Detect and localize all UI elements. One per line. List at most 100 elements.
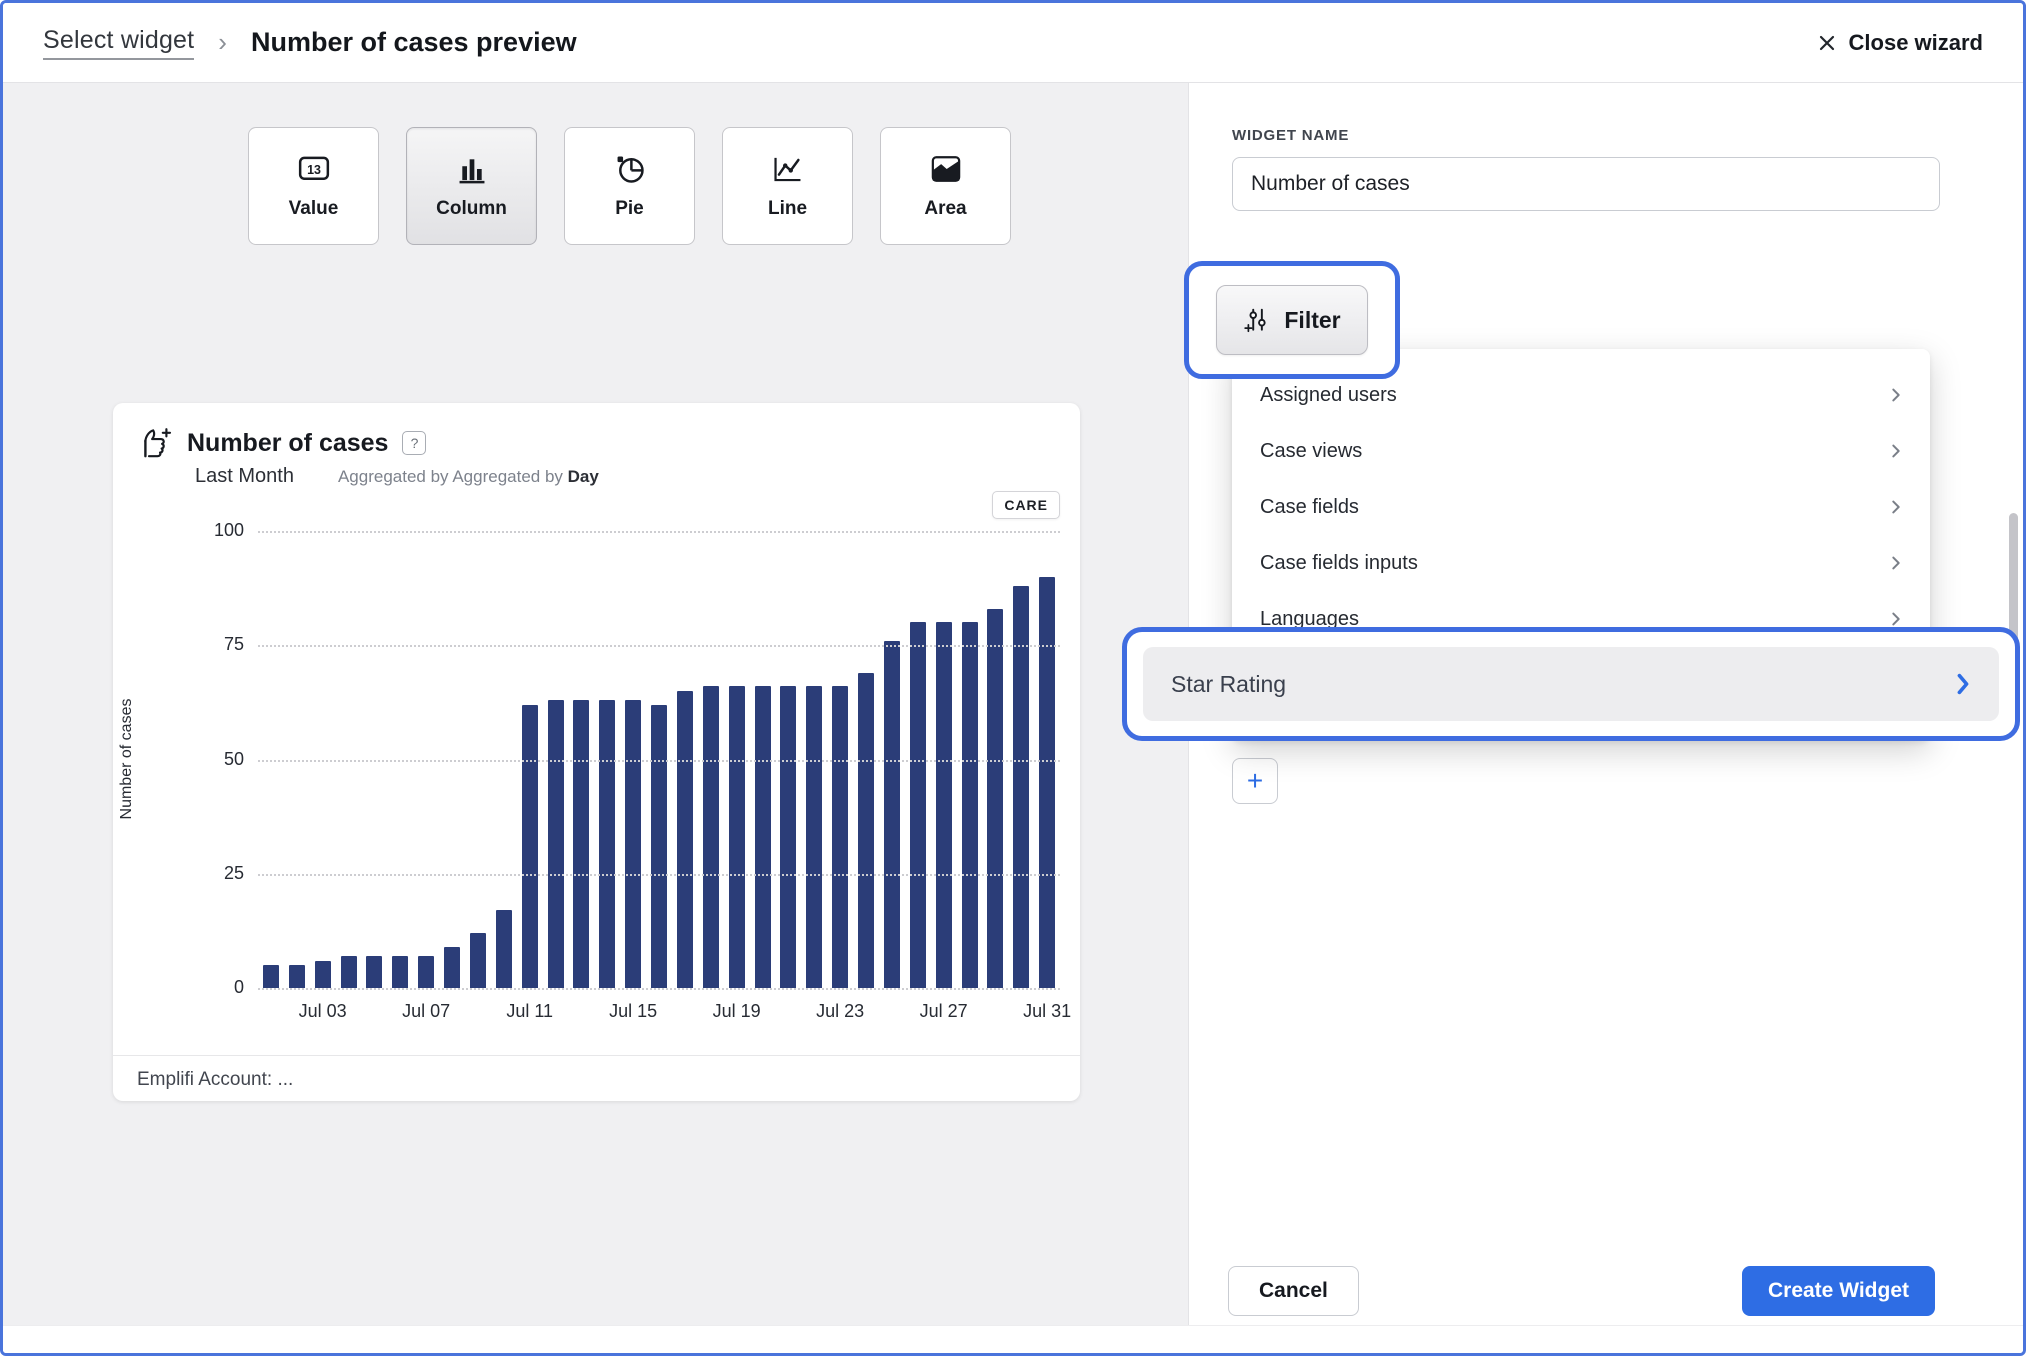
- value-icon: 13: [298, 156, 329, 180]
- preview-card-footer: Emplifi Account: ...: [113, 1055, 1080, 1101]
- gridline: [258, 645, 1060, 648]
- gridline: [258, 531, 1060, 533]
- filter-button[interactable]: Filter: [1216, 285, 1368, 355]
- close-wizard-label: Close wizard: [1848, 29, 1983, 55]
- bar: [909, 622, 926, 988]
- x-tick-label: Jul 15: [609, 1001, 658, 1021]
- chart-type-label: Column: [436, 198, 507, 219]
- page-title: Number of cases preview: [250, 27, 577, 57]
- gridline: [258, 873, 1060, 876]
- widget-name-input[interactable]: [1232, 157, 1940, 211]
- y-tick-label: 75: [223, 634, 244, 655]
- bar: [262, 965, 279, 988]
- area-chart-icon: [931, 156, 960, 182]
- y-tick-label: 25: [223, 862, 244, 883]
- chart-type-row: 13 Value Column Pie Line Area: [248, 127, 1011, 245]
- settings-pane: WIDGET NAME Filter Assigned users Case vi…: [1122, 83, 2023, 1325]
- preview-period: Last Month: [195, 465, 294, 487]
- bar-chart-plot: Number of cases Jul 03 Jul 07 Jul 11 Jul 15…: [118, 520, 1071, 1021]
- bar: [987, 608, 1004, 988]
- filter-menu-list: Assigned users Case views Case fields Case …: [1232, 367, 1930, 647]
- y-tick-label: 100: [213, 520, 244, 540]
- star-rating-label: Star Rating: [1171, 670, 1287, 697]
- x-tick-label: Jul 23: [816, 1001, 865, 1021]
- close-icon: [1819, 35, 1834, 50]
- menu-item-label: Case fields inputs: [1260, 551, 1418, 574]
- bar: [314, 960, 331, 988]
- chart-type-value-button[interactable]: 13 Value: [248, 127, 379, 245]
- aggregation-value: Day: [567, 467, 599, 486]
- gridline: [258, 988, 1060, 990]
- chart-type-line-button[interactable]: Line: [722, 127, 853, 245]
- chart-type-area-button[interactable]: Area: [880, 127, 1011, 245]
- filter-menu-item[interactable]: Case fields: [1232, 479, 1930, 535]
- y-tick-label: 50: [223, 748, 244, 769]
- x-tick-label: Jul 03: [298, 1001, 347, 1021]
- line-chart-icon: [773, 157, 800, 182]
- bar: [573, 700, 590, 988]
- bar: [961, 622, 978, 988]
- x-tick-label: Jul 11: [506, 1001, 554, 1021]
- svg-text:13: 13: [307, 163, 321, 177]
- preview-aggregation: Aggregated by Aggregated by Day: [337, 467, 599, 486]
- filter-menu-item[interactable]: Case views: [1232, 423, 1930, 479]
- preview-pane: 13 Value Column Pie Line Area Number of …: [3, 83, 1189, 1325]
- bar: [495, 910, 512, 988]
- chart-type-pie-button[interactable]: Pie: [564, 127, 695, 245]
- star-rating-highlight-annotation: Star Rating: [1122, 627, 2020, 741]
- bar: [469, 933, 486, 988]
- widget-name-label: WIDGET NAME: [1232, 127, 1350, 144]
- breadcrumb-select-widget[interactable]: Select widget: [43, 26, 195, 60]
- preview-title: Number of cases: [187, 428, 389, 457]
- y-tick-label: 0: [233, 977, 244, 997]
- window-bottom-strip: [3, 1325, 2023, 1353]
- chevron-right-icon: [1892, 444, 1900, 458]
- bar: [806, 686, 823, 988]
- bar: [366, 956, 383, 988]
- chart-type-label: Pie: [615, 198, 644, 219]
- wizard-window: Select widget › Number of cases preview …: [0, 0, 2026, 1356]
- x-tick-label: Jul 07: [402, 1001, 451, 1021]
- preview-card-header: Number of cases ?: [137, 425, 427, 461]
- pie-chart-icon: [617, 156, 644, 183]
- bar: [392, 956, 409, 988]
- chart-type-column-button[interactable]: Column: [406, 127, 537, 245]
- close-wizard-button[interactable]: Close wizard: [1817, 30, 1983, 56]
- bar: [625, 700, 642, 988]
- preview-subtitle: Last Month Aggregated by Aggregated by D…: [195, 465, 599, 488]
- bar: [780, 686, 797, 988]
- menu-item-label: Assigned users: [1260, 383, 1397, 406]
- widget-preview-card: Number of cases ? Last Month Aggregated …: [113, 403, 1080, 1101]
- chart-type-label: Value: [288, 198, 339, 219]
- chevron-right-icon: [1892, 388, 1900, 402]
- bar: [676, 690, 693, 988]
- filter-sliders-icon: [1244, 308, 1266, 333]
- column-chart-icon: [459, 159, 484, 184]
- x-tick-label: Jul 27: [919, 1001, 968, 1021]
- bar: [599, 700, 616, 988]
- x-tick-label: Jul 19: [712, 1001, 761, 1021]
- x-tick-label: Jul 31: [1023, 1001, 1072, 1021]
- bar: [883, 640, 900, 988]
- y-axis-title: Number of cases: [118, 698, 135, 819]
- add-filter-button[interactable]: +: [1232, 758, 1278, 804]
- menu-item-label: Case fields: [1260, 495, 1359, 518]
- bar: [858, 672, 875, 988]
- wizard-header: Select widget › Number of cases preview …: [3, 3, 2023, 83]
- filter-menu-item-star-rating[interactable]: Star Rating: [1143, 647, 1999, 721]
- bar: [651, 704, 668, 988]
- create-widget-button[interactable]: Create Widget: [1741, 1266, 1935, 1316]
- filter-menu-item[interactable]: Case fields inputs: [1232, 535, 1930, 591]
- bar: [288, 965, 305, 988]
- bar: [728, 686, 745, 988]
- bar: [340, 956, 357, 988]
- help-icon[interactable]: ?: [402, 431, 427, 455]
- bar: [1039, 576, 1056, 988]
- chevron-right-icon: [1892, 612, 1900, 626]
- bar: [754, 686, 771, 988]
- chart-type-label: Area: [924, 198, 967, 219]
- cancel-button[interactable]: Cancel: [1228, 1266, 1359, 1316]
- bar: [935, 622, 952, 988]
- bar: [547, 700, 564, 988]
- bar: [444, 946, 461, 988]
